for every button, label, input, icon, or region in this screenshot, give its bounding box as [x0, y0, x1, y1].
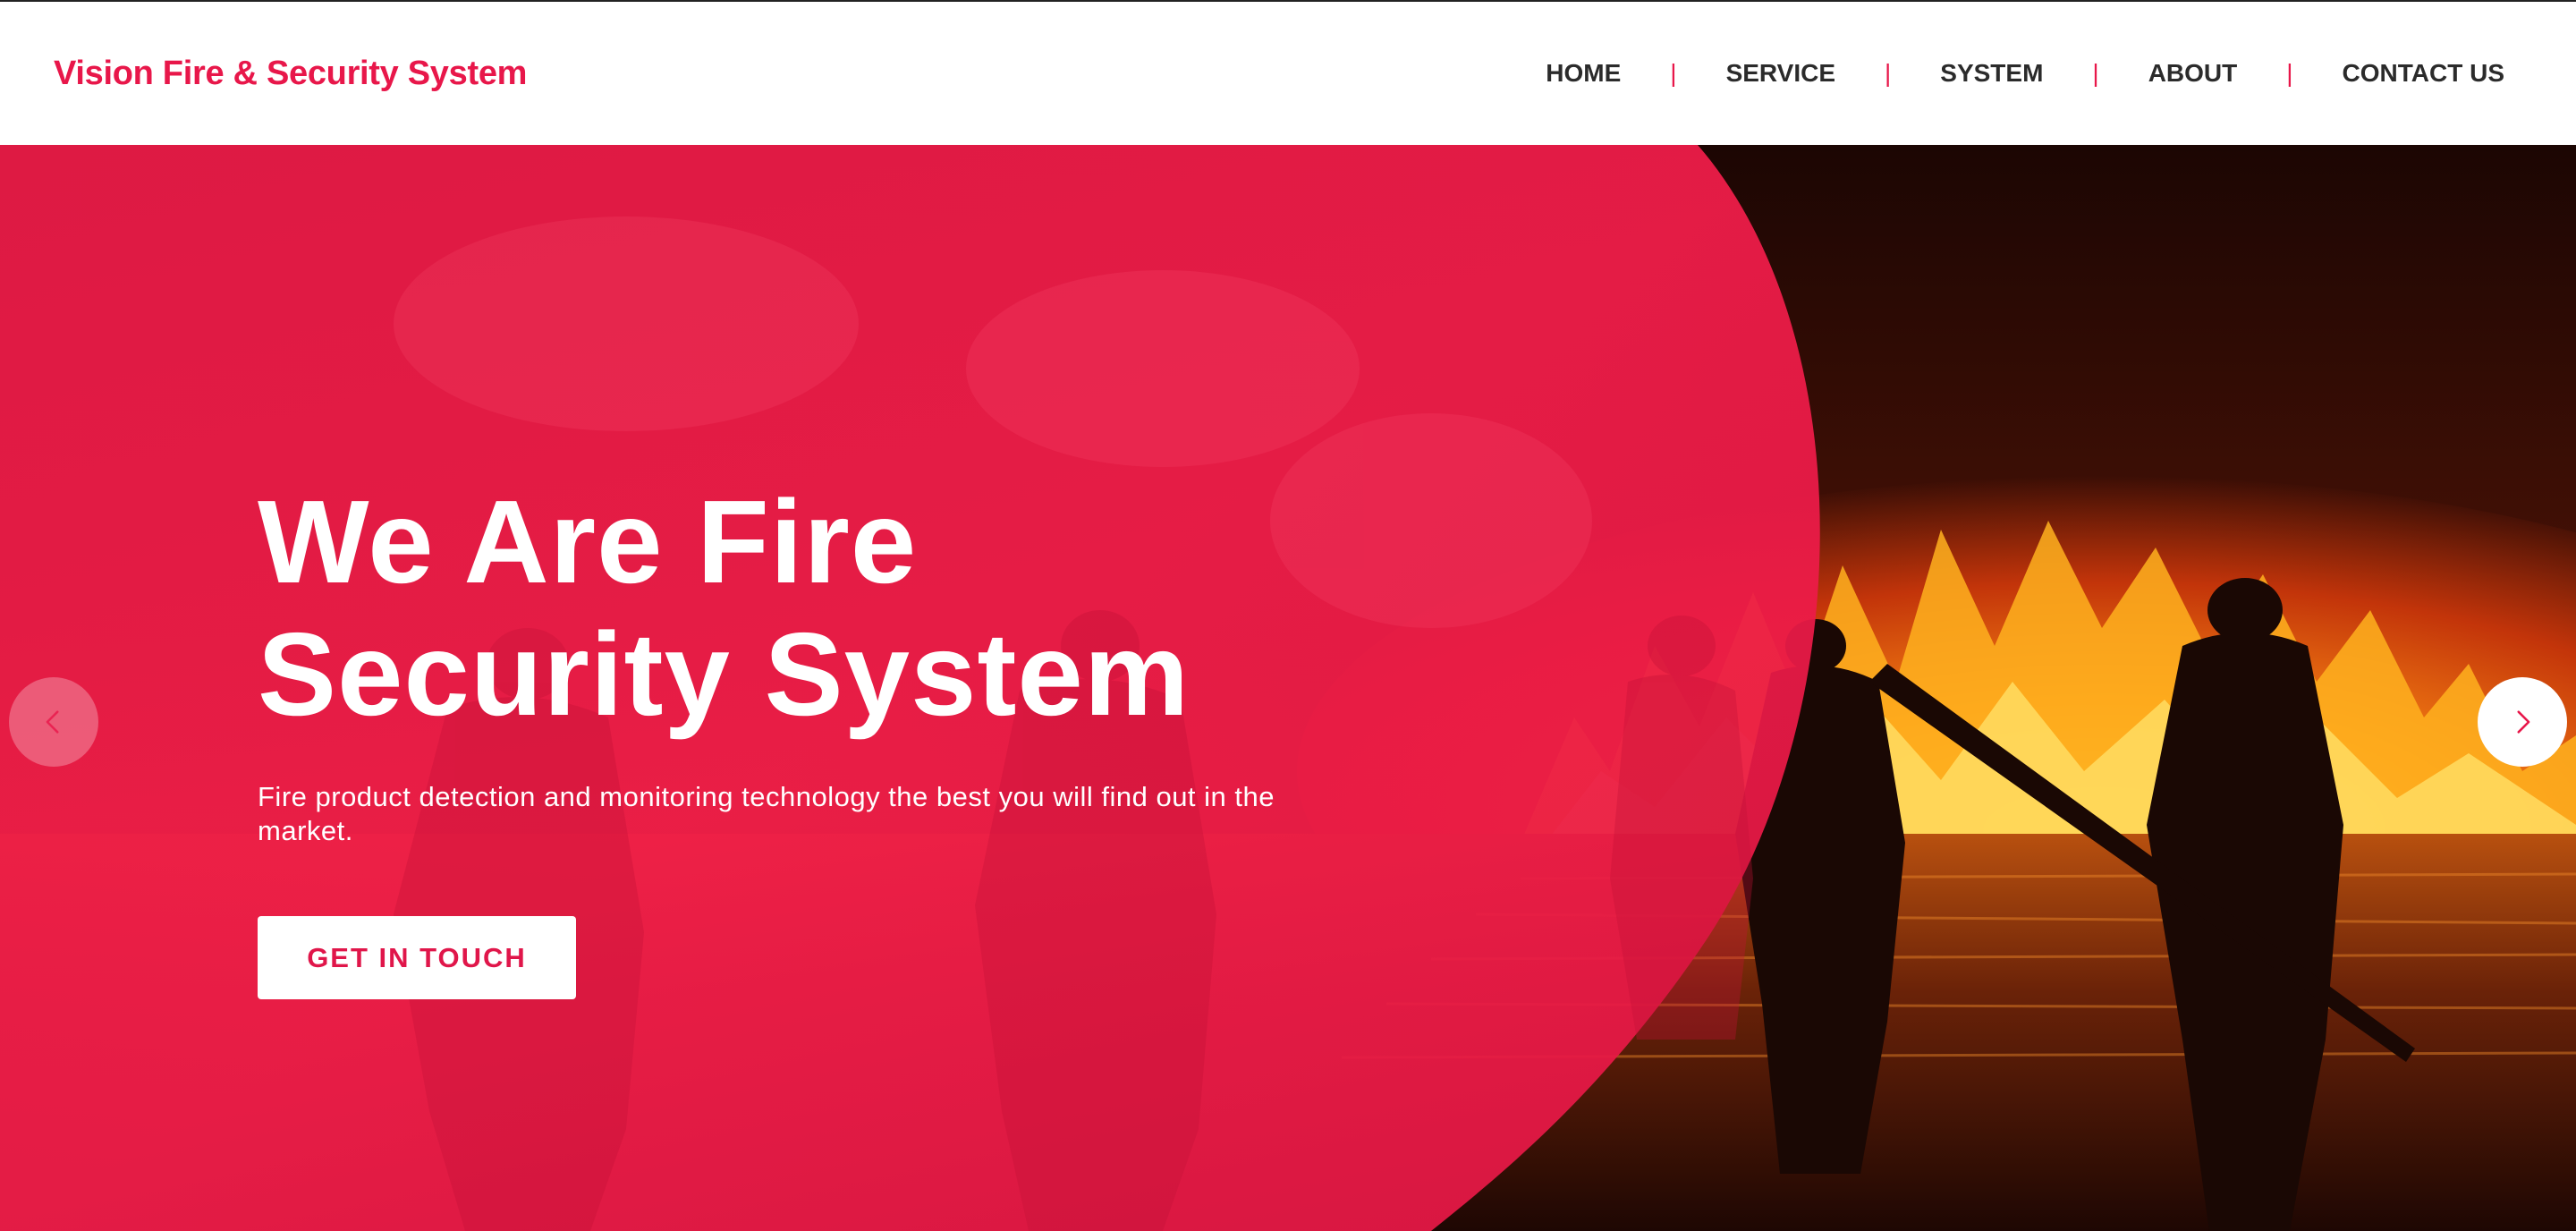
carousel-prev-button[interactable] — [9, 677, 98, 767]
nav-contact-link[interactable]: CONTACT US — [2343, 59, 2504, 88]
chevron-left-icon — [46, 710, 59, 734]
nav-separator: | — [2286, 59, 2293, 87]
nav-service-link[interactable]: SERVICE — [1726, 59, 1835, 88]
hero-subtitle: Fire product detection and monitoring te… — [258, 781, 1275, 846]
hero-content: We Are Fire Security System Fire product… — [258, 476, 1376, 999]
nav-separator: | — [1885, 59, 1892, 87]
nav-home-link[interactable]: HOME — [1546, 59, 1621, 88]
chevron-right-icon — [2517, 710, 2530, 734]
nav-separator: | — [1670, 59, 1677, 87]
nav-about-link[interactable]: ABOUT — [2148, 59, 2238, 88]
site-header: Vision Fire & Security System HOME | SER… — [0, 2, 2576, 145]
hero-title-line2: Security System — [258, 608, 1191, 740]
nav-separator: | — [2092, 59, 2099, 87]
get-in-touch-button[interactable]: GET IN TOUCH — [258, 916, 576, 999]
nav-system-link[interactable]: SYSTEM — [1940, 59, 2043, 88]
hero-slider: We Are Fire Security System Fire product… — [0, 145, 2576, 1231]
main-nav: HOME | SERVICE | SYSTEM | ABOUT | CONTAC… — [1546, 59, 2504, 88]
hero-title-line1: We Are Fire — [258, 476, 918, 607]
hero-title: We Are Fire Security System — [258, 476, 1376, 741]
brand-logo-link[interactable]: Vision Fire & Security System — [54, 55, 527, 93]
carousel-next-button[interactable] — [2478, 677, 2567, 767]
